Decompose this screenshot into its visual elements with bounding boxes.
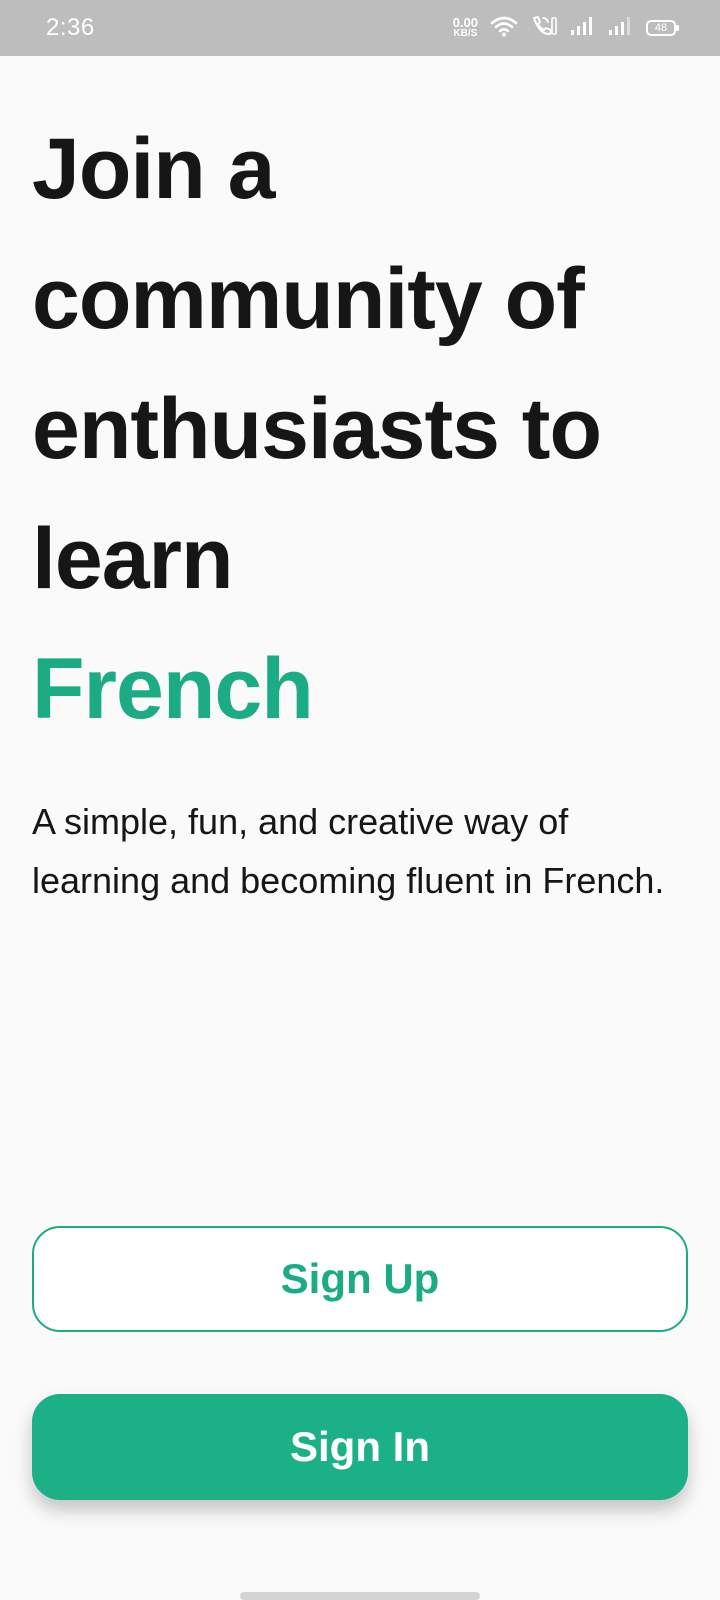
status-icons: 0.00 KB/S 48 <box>452 12 679 44</box>
network-speed: 0.00 KB/S <box>452 15 478 39</box>
volte-call-icon <box>530 14 558 43</box>
status-bar: 2:36 0.00 KB/S 48 <box>0 0 720 56</box>
sign-up-label: Sign Up <box>280 1255 440 1302</box>
signal-bars-icon <box>570 16 596 41</box>
status-time: 2:36 <box>46 14 95 41</box>
network-speed-value: 0.00 <box>452 15 478 30</box>
sign-up-button[interactable]: Sign Up <box>32 1226 688 1332</box>
sign-in-label: Sign In <box>290 1423 430 1470</box>
signal-bars-icon <box>608 16 634 41</box>
headline-line-3: enthusiasts to <box>32 381 602 477</box>
headline-line-1: Join a <box>32 121 276 217</box>
sign-in-button[interactable]: Sign In <box>32 1394 688 1500</box>
network-speed-unit: KB/S <box>453 28 478 39</box>
battery-level: 48 <box>654 22 668 34</box>
headline-accent-language: French <box>32 641 314 737</box>
subtitle: A simple, fun, and creative way of learn… <box>32 801 665 901</box>
wifi-icon <box>490 15 518 42</box>
battery-icon: 48 <box>646 20 679 36</box>
headline-line-2: community of <box>32 251 585 347</box>
headline-line-4: learn <box>32 511 234 607</box>
home-indicator[interactable] <box>240 1592 480 1600</box>
page-title: Join a community of enthusiasts to learn… <box>32 104 692 754</box>
